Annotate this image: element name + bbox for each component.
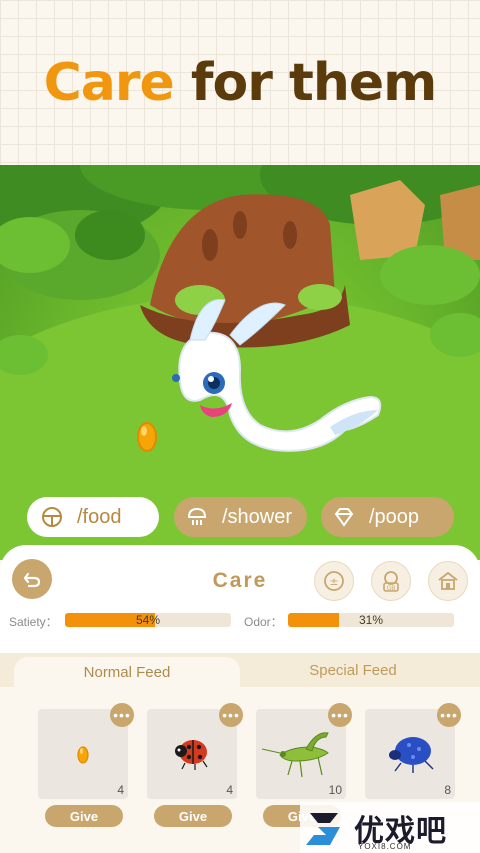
give-button[interactable]: Give bbox=[154, 805, 232, 827]
feed-tabs: Normal Feed Special Feed bbox=[0, 653, 480, 687]
shower-command-label: /shower bbox=[222, 505, 293, 528]
item-count: 8 bbox=[444, 783, 451, 797]
odor-value: 31% bbox=[358, 613, 384, 627]
headline: Care for them bbox=[43, 52, 438, 113]
item-count: 10 bbox=[328, 783, 342, 797]
poop-icon bbox=[331, 504, 357, 530]
watermark-logo-icon bbox=[306, 812, 340, 845]
tab-special-feed[interactable]: Special Feed bbox=[240, 653, 466, 687]
more-options-button[interactable]: ••• bbox=[110, 703, 134, 727]
svg-text:±: ± bbox=[329, 575, 338, 588]
more-options-button[interactable]: ••• bbox=[219, 703, 243, 727]
item-count: 4 bbox=[117, 783, 124, 797]
item-count: 4 bbox=[226, 783, 233, 797]
poop-command-label: /poop bbox=[369, 505, 420, 528]
house-button[interactable] bbox=[428, 561, 468, 601]
balance-icon: ± bbox=[324, 571, 344, 591]
headline-rest: for them bbox=[190, 52, 437, 113]
give-button[interactable]: Give bbox=[45, 805, 123, 827]
feed-card-ladybug[interactable]: ••• 4 bbox=[147, 703, 243, 799]
food-command-button[interactable]: /food bbox=[27, 497, 159, 537]
balance-button[interactable]: ± bbox=[314, 561, 354, 601]
watermark-subtext: YOXI8.COM bbox=[358, 842, 412, 851]
shower-command-button[interactable]: /shower bbox=[174, 497, 307, 537]
headline-accent: Care bbox=[43, 52, 175, 113]
food-command-label: /food bbox=[77, 505, 122, 528]
promo-header: Care for them bbox=[0, 0, 480, 165]
watermark: 优戏吧 YOXI8.COM bbox=[300, 802, 480, 853]
house-icon bbox=[438, 571, 458, 590]
satiety-value: 54% bbox=[135, 613, 161, 627]
feed-card-golden-seed[interactable]: ••• 4 bbox=[38, 703, 134, 799]
svg-text:GB: GB bbox=[387, 585, 396, 592]
gb-button[interactable]: GB bbox=[371, 561, 411, 601]
feed-card-grasshopper[interactable]: ••• 10 bbox=[256, 703, 352, 799]
satiety-bar: 54% bbox=[65, 613, 231, 627]
gb-icon: GB bbox=[383, 571, 399, 592]
odor-bar: 31% bbox=[288, 613, 454, 627]
more-options-button[interactable]: ••• bbox=[437, 703, 461, 727]
satiety-label: Satiety： bbox=[9, 615, 58, 629]
poop-command-button[interactable]: /poop bbox=[321, 497, 454, 537]
shower-icon bbox=[184, 504, 210, 530]
more-options-button[interactable]: ••• bbox=[328, 703, 352, 727]
feed-card-blue-beetle[interactable]: ••• 8 bbox=[365, 703, 461, 799]
food-icon bbox=[39, 504, 65, 530]
odor-label: Odor： bbox=[244, 615, 283, 629]
tab-normal-feed[interactable]: Normal Feed bbox=[14, 657, 240, 687]
command-bar: /food /shower /poop bbox=[0, 497, 480, 537]
